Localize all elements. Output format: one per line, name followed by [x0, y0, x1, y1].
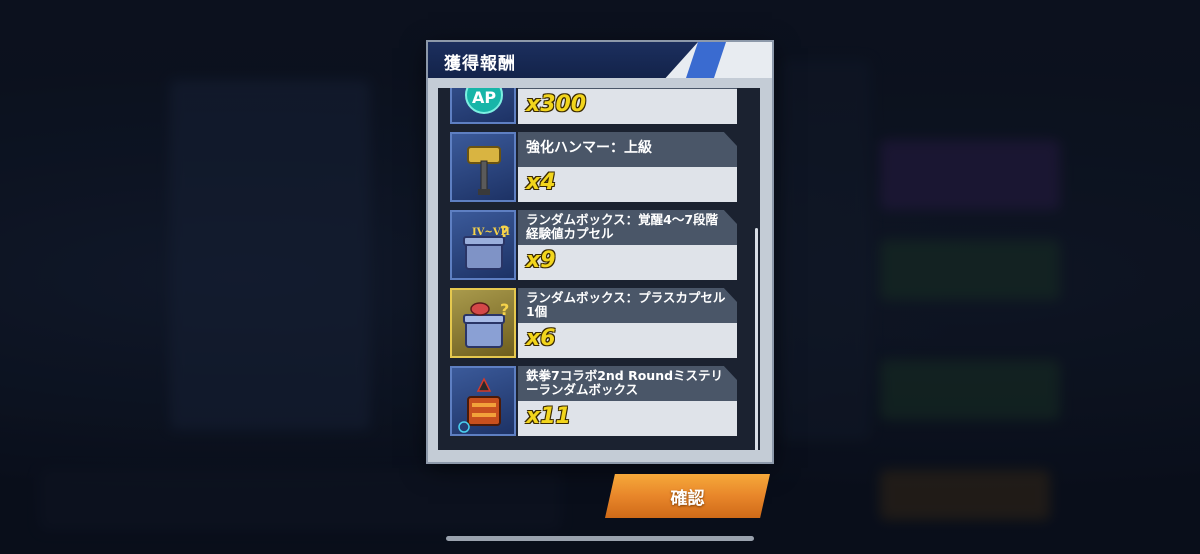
reward-item: 強化ハンマー：上級 x4	[450, 132, 737, 202]
item-quantity: x4	[526, 170, 556, 195]
reward-item: IV~VII ? ランダムボックス：覚醒4〜7段階経験値カプセル x9	[450, 210, 737, 280]
dialog-header: 獲得報酬	[428, 42, 772, 78]
list-scrollbar[interactable]	[755, 228, 758, 450]
hammer-icon	[450, 132, 516, 202]
svg-text:?: ?	[500, 300, 509, 319]
ap-token-icon: AP	[450, 88, 516, 124]
plus-capsule-box-icon: ?	[450, 288, 516, 358]
svg-text:AP: AP	[472, 88, 496, 107]
reward-list[interactable]: AP x300 強化ハンマー：上級 x4 IV~VII ? ランダムボックス：覚…	[438, 88, 760, 450]
random-box-capsule-icon: IV~VII ?	[450, 210, 516, 280]
confirm-button[interactable]: 確認	[605, 474, 770, 518]
dialog-title: 獲得報酬	[444, 54, 516, 74]
item-quantity: x300	[526, 92, 587, 117]
reward-item: ? ランダムボックス：プラスカプセル1個 x6	[450, 288, 737, 358]
item-quantity: x11	[526, 404, 571, 429]
item-name: ランダムボックス：覚醒4〜7段階経験値カプセル	[526, 212, 719, 241]
svg-text:?: ?	[500, 222, 509, 241]
rewards-dialog: 獲得報酬 AP x300 強化ハンマー：上級 x4 IV~VII ? ランダムボ…	[428, 42, 772, 462]
reward-item: 鉄拳7コラボ2nd Roundミステリーランダムボックス x11	[450, 366, 737, 436]
item-name: ランダムボックス：プラスカプセル1個	[526, 290, 726, 319]
game-screen: 獲得報酬 AP x300 強化ハンマー：上級 x4 IV~VII ? ランダムボ…	[0, 0, 1200, 554]
home-indicator[interactable]	[446, 536, 754, 541]
mystery-box-icon	[450, 366, 516, 436]
item-quantity: x6	[526, 326, 556, 351]
reward-item: AP x300	[450, 88, 737, 124]
item-name: 強化ハンマー：上級	[526, 140, 652, 156]
item-name: 鉄拳7コラボ2nd Roundミステリーランダムボックス	[526, 368, 724, 397]
item-quantity: x9	[526, 248, 556, 273]
confirm-button-label: 確認	[670, 489, 705, 509]
